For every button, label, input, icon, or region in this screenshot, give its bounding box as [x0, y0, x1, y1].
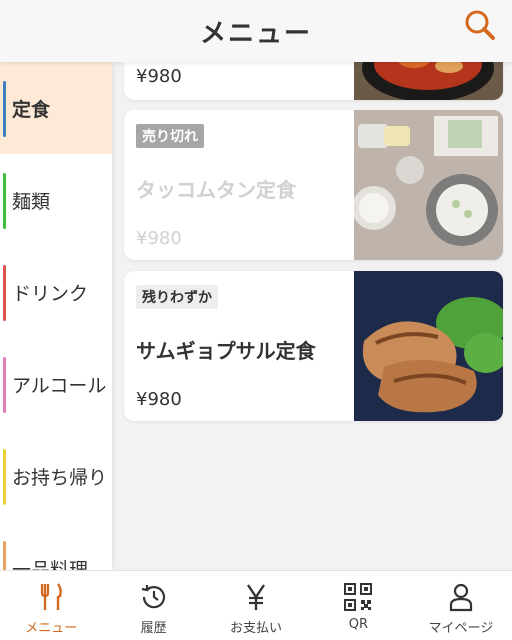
- user-icon: [449, 583, 472, 612]
- tab-label: マイページ: [428, 621, 494, 636]
- category-item-ippin[interactable]: 一品料理: [0, 522, 112, 570]
- menu-item-price: ¥980: [136, 66, 182, 87]
- category-sidebar: 定食 麺類 ドリンク アルコール お持ち帰り 一品料理: [0, 62, 112, 570]
- menu-item-name: サムギョプサル定食: [136, 339, 316, 363]
- tab-label: QR: [348, 617, 369, 632]
- fork-knife-icon: [41, 583, 63, 610]
- category-label: ドリンク: [12, 282, 89, 305]
- category-label: 一品料理: [12, 558, 89, 571]
- bottom-tab-bar: メニュー 履歴 お支払い QR マイページ: [0, 570, 512, 640]
- menu-item-price: ¥980: [136, 389, 182, 410]
- menu-list: ¥980 売り切れ タッコムタン定食 ¥980 残りわずか サムギョプサル定食 …: [112, 62, 512, 570]
- category-item-takeout[interactable]: お持ち帰り: [0, 430, 112, 522]
- category-label: 定食: [12, 98, 51, 121]
- category-color-bar: [3, 541, 6, 570]
- page-title: メニュー: [199, 18, 312, 49]
- category-color-bar: [3, 449, 6, 505]
- tab-history[interactable]: 履歴: [102, 571, 204, 640]
- yen-icon: [247, 584, 266, 610]
- menu-item-card[interactable]: ¥980: [124, 62, 503, 100]
- tab-label: お支払い: [230, 621, 283, 636]
- tab-label: メニュー: [25, 621, 78, 636]
- category-color-bar: [3, 265, 6, 321]
- menu-item-card[interactable]: 売り切れ タッコムタン定食 ¥980: [124, 110, 503, 260]
- tab-mypage[interactable]: マイページ: [410, 571, 512, 640]
- qr-code-icon: [344, 583, 373, 611]
- category-item-menrui[interactable]: 麺類: [0, 154, 112, 246]
- category-item-alcohol[interactable]: アルコール: [0, 338, 112, 430]
- sold-out-overlay: [124, 110, 503, 260]
- tab-menu[interactable]: メニュー: [0, 571, 102, 640]
- menu-item-card[interactable]: 残りわずか サムギョプサル定食 ¥980: [124, 271, 503, 421]
- app-header: メニュー: [0, 0, 512, 62]
- search-icon: [465, 10, 495, 40]
- category-label: アルコール: [12, 374, 107, 397]
- tab-qr[interactable]: QR: [307, 571, 409, 640]
- category-color-bar: [3, 357, 6, 413]
- category-item-drink[interactable]: ドリンク: [0, 246, 112, 338]
- stew-photo: [354, 62, 503, 100]
- category-color-bar: [3, 173, 6, 229]
- tab-label: 履歴: [140, 621, 167, 636]
- history-icon: [141, 585, 165, 609]
- category-item-teishoku[interactable]: 定食: [0, 62, 112, 154]
- category-label: 麺類: [12, 190, 51, 213]
- category-label: お持ち帰り: [12, 466, 108, 489]
- category-color-bar: [3, 81, 6, 137]
- tab-payment[interactable]: お支払い: [205, 571, 307, 640]
- search-button[interactable]: [462, 7, 498, 43]
- few-left-badge: 残りわずか: [136, 285, 218, 309]
- grilled-pork-photo: [354, 271, 503, 421]
